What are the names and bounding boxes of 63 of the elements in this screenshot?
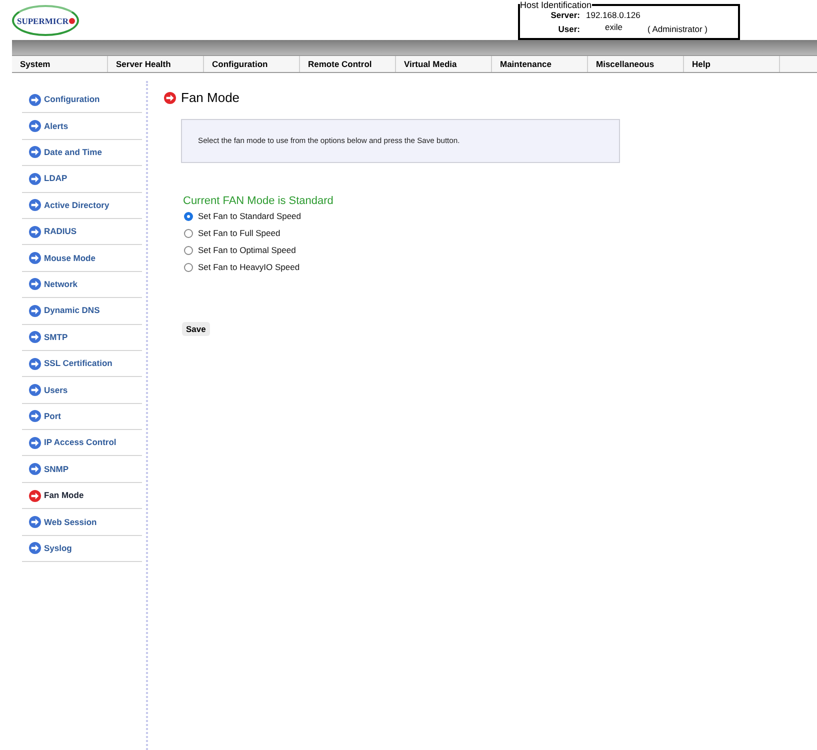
radio-button[interactable]: [184, 246, 193, 255]
sidebar-item[interactable]: RADIUS: [22, 218, 142, 246]
sidebar-item[interactable]: Fan Mode: [22, 482, 142, 510]
sidebar-item[interactable]: LDAP: [22, 166, 142, 193]
arrow-icon: [29, 94, 41, 106]
arrow-icon: [29, 542, 41, 554]
menu-item[interactable]: Maintenance: [492, 56, 588, 72]
sidebar-item[interactable]: SMTP: [22, 324, 142, 351]
sidebar-item[interactable]: Web Session: [22, 509, 142, 536]
sidebar-item[interactable]: SNMP: [22, 456, 142, 483]
user-role: ( Administrator ): [647, 24, 708, 35]
sidebar-item[interactable]: Port: [22, 404, 142, 430]
sidebar-item[interactable]: IP Access Control: [22, 430, 142, 456]
arrow-icon: [29, 120, 41, 132]
user-value: exile: [605, 22, 622, 34]
sidebar-item[interactable]: Configuration: [22, 87, 142, 114]
panel-title: Host Identification: [520, 0, 592, 10]
arrow-icon: [29, 278, 41, 290]
sidebar-item[interactable]: Active Directory: [22, 192, 142, 219]
arrow-icon: [29, 172, 41, 185]
server-value: 192.168.0.126: [586, 10, 642, 21]
sidebar-item[interactable]: Users: [22, 377, 142, 404]
page-title: Fan Mode: [181, 91, 240, 105]
menu-item[interactable]: Help: [684, 56, 780, 72]
sidebar-item[interactable]: Mouse Mode: [22, 245, 142, 272]
menu-item[interactable]: Miscellaneous: [588, 56, 684, 72]
menu-item[interactable]: Virtual Media: [396, 56, 492, 72]
user-label: User:: [557, 24, 580, 35]
arrow-icon: [29, 516, 41, 528]
arrow-icon: [29, 463, 41, 476]
sidebar-item[interactable]: Date and Time: [22, 140, 142, 166]
radio-label: Set Fan to Full Speed: [198, 227, 280, 240]
menu-item[interactable]: Configuration: [204, 56, 300, 72]
sidebar-item[interactable]: Alerts: [22, 113, 142, 140]
arrow-icon: [29, 252, 41, 264]
arrow-icon: [29, 410, 41, 422]
arrow-icon: [29, 436, 41, 449]
radio-button[interactable]: [184, 229, 193, 238]
arrow-icon: [29, 358, 41, 370]
arrow-icon: [164, 92, 176, 104]
current-mode-text: Current FAN Mode is Standard: [183, 195, 334, 208]
arrow-icon: [29, 199, 41, 212]
sidebar-item[interactable]: Network: [22, 272, 142, 298]
menu-item[interactable]: System: [12, 56, 108, 72]
arrow-icon: [29, 331, 41, 344]
radio-button[interactable]: [184, 263, 193, 272]
logo-text: SUPERMICR: [17, 16, 68, 26]
radio-button[interactable]: [184, 212, 193, 221]
menu-item[interactable]: Remote Control: [300, 56, 396, 72]
arrow-icon: [29, 146, 41, 158]
radio-label: Set Fan to HeavyIO Speed: [198, 261, 300, 274]
arrow-icon: [29, 226, 41, 238]
sidebar-item[interactable]: Dynamic DNS: [22, 298, 142, 325]
server-label: Server:: [550, 10, 580, 21]
sidebar-item[interactable]: SSL Certification: [22, 350, 142, 378]
arrow-icon: [29, 490, 41, 502]
save-button[interactable]: Save: [182, 322, 210, 336]
arrow-icon: [29, 304, 41, 317]
radio-label: Set Fan to Standard Speed: [198, 210, 302, 223]
sidebar-item[interactable]: Syslog: [22, 536, 142, 562]
arrow-icon: [29, 384, 41, 396]
radio-label: Set Fan to Optimal Speed: [198, 244, 296, 257]
menu-item[interactable]: Server Health: [108, 56, 204, 72]
